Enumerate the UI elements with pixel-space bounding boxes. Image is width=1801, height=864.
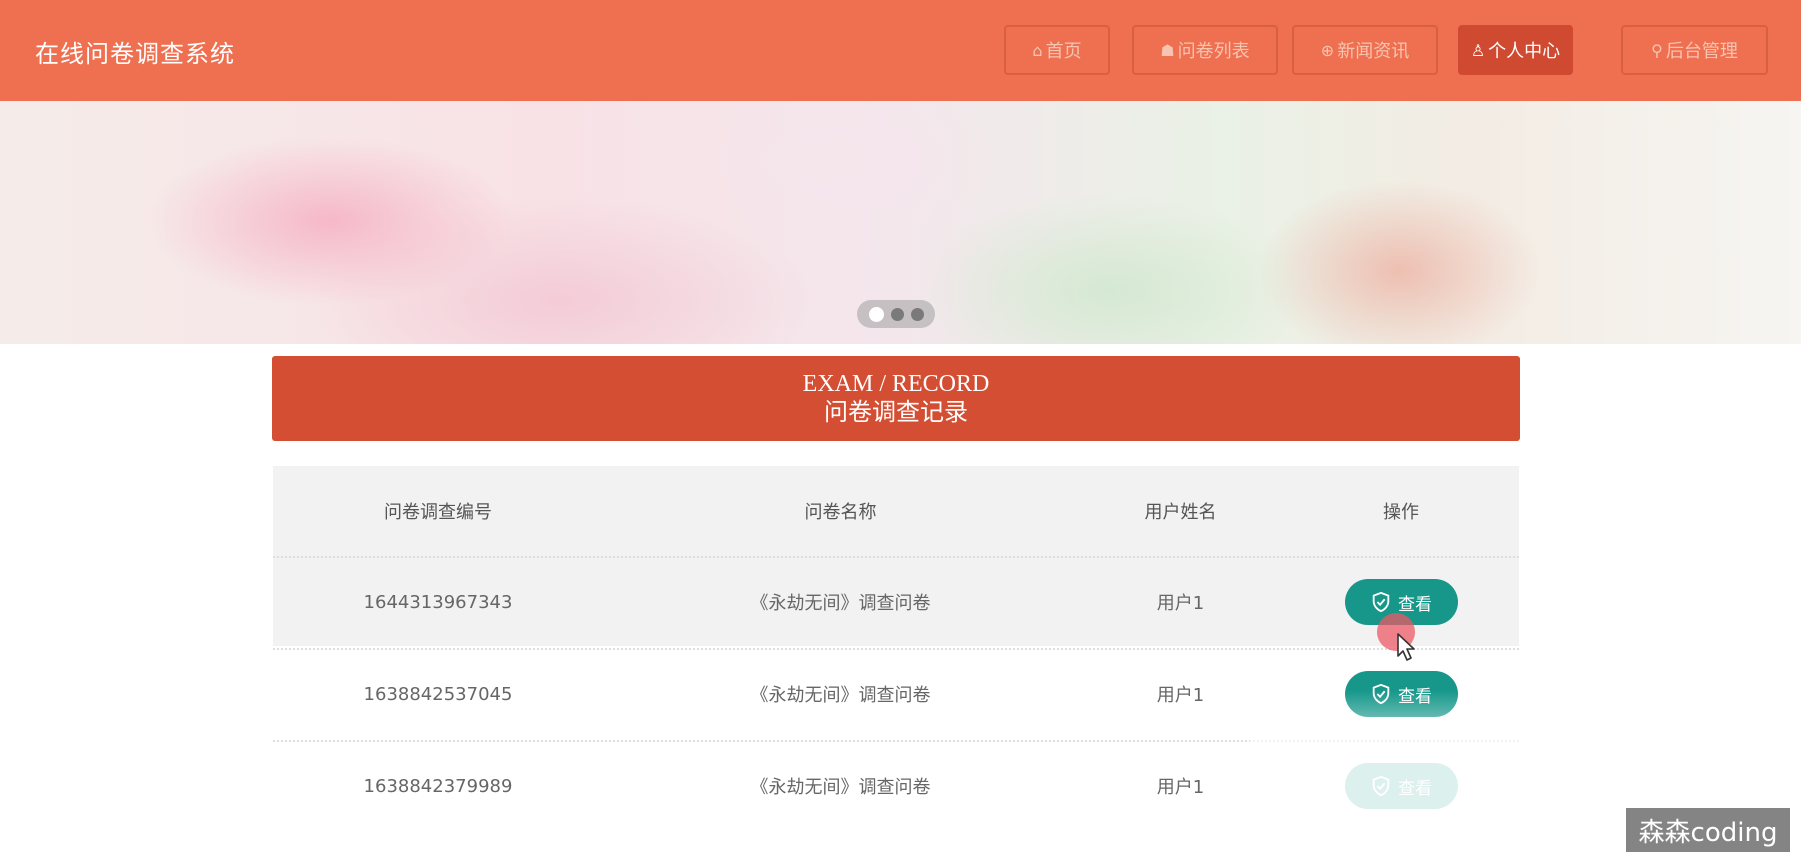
survey-id: 1638842537045: [363, 683, 513, 705]
col-survey-id: 问卷调查编号: [384, 502, 492, 523]
view-button-label: 查看: [1398, 686, 1432, 707]
top-header: 在线问卷调查系统 ⌂ 首页 ☗ 问卷列表 ⊕ 新闻资讯 ♙ 个人中心 ⚲ 后台管…: [0, 0, 1801, 101]
globe-icon: ⊕: [1320, 40, 1335, 60]
link-icon: ⚲: [1651, 40, 1663, 60]
watermark: 森森coding: [1626, 808, 1790, 852]
table-header: 问卷调查编号 问卷名称 用户姓名 操作: [273, 466, 1519, 556]
view-button-label: 查看: [1398, 594, 1432, 615]
nav-admin[interactable]: ⚲ 后台管理: [1621, 25, 1768, 75]
carousel-dot-1[interactable]: [868, 306, 884, 322]
nav-admin-label: 后台管理: [1665, 41, 1738, 62]
records-table: 问卷调查编号 问卷名称 用户姓名 操作 1644313967343 《永劫无间》…: [273, 466, 1519, 832]
user-icon: ♙: [1470, 40, 1486, 60]
col-actions: 操作: [1383, 502, 1419, 523]
view-button[interactable]: 查看: [1344, 579, 1458, 625]
nav-personal-center-label: 个人中心: [1488, 41, 1561, 62]
main-nav: ⌂ 首页 ☗ 问卷列表 ⊕ 新闻资讯 ♙ 个人中心 ⚲ 后台管理: [0, 25, 1801, 79]
home-icon: ⌂: [1032, 40, 1043, 60]
nav-home[interactable]: ⌂ 首页: [1004, 25, 1110, 75]
table-row: 1638842537045 《永劫无间》调查问卷 用户1 查看: [273, 648, 1519, 738]
user-name: 用户1: [1156, 593, 1205, 614]
carousel-dot-3[interactable]: [910, 307, 924, 321]
carousel-dot-2[interactable]: [890, 307, 904, 321]
section-title-cn: 问卷调查记录: [824, 398, 968, 426]
survey-name: 《永劫无间》调查问卷: [750, 593, 931, 614]
nav-survey-list-label: 问卷列表: [1177, 41, 1250, 62]
table-row: 1638842379989 《永劫无间》调查问卷 用户1 查看: [273, 740, 1519, 830]
survey-name: 《永劫无间》调查问卷: [750, 685, 931, 706]
action-cell: 查看: [1283, 763, 1519, 809]
view-button-label: 查看: [1398, 778, 1432, 799]
nav-survey-list[interactable]: ☗ 问卷列表: [1132, 25, 1278, 75]
shield-check-icon: [1372, 683, 1390, 705]
action-cell: 查看: [1283, 671, 1519, 717]
view-button[interactable]: 查看: [1344, 671, 1458, 717]
col-user-name: 用户姓名: [1144, 502, 1217, 523]
user-name: 用户1: [1156, 777, 1205, 798]
shield-check-icon: [1372, 775, 1390, 797]
nav-personal-center[interactable]: ♙ 个人中心: [1458, 25, 1573, 75]
action-cell: 查看: [1283, 579, 1519, 625]
user-name: 用户1: [1156, 685, 1205, 706]
graduation-cap-icon: ☗: [1160, 40, 1175, 60]
section-title-en: EXAM / RECORD: [802, 371, 990, 397]
nav-news[interactable]: ⊕ 新闻资讯: [1292, 25, 1438, 75]
nav-home-label: 首页: [1045, 41, 1082, 62]
nav-news-label: 新闻资讯: [1337, 41, 1410, 62]
shield-check-icon: [1372, 591, 1390, 613]
table-row: 1644313967343 《永劫无间》调查问卷 用户1 查看: [273, 556, 1519, 646]
carousel-indicators: [857, 300, 935, 328]
section-header: EXAM / RECORD 问卷调查记录: [272, 356, 1520, 441]
view-button[interactable]: 查看: [1344, 763, 1458, 809]
survey-name: 《永劫无间》调查问卷: [750, 777, 931, 798]
survey-id: 1644313967343: [363, 591, 513, 613]
col-survey-name: 问卷名称: [804, 502, 877, 523]
survey-id: 1638842379989: [363, 775, 513, 797]
